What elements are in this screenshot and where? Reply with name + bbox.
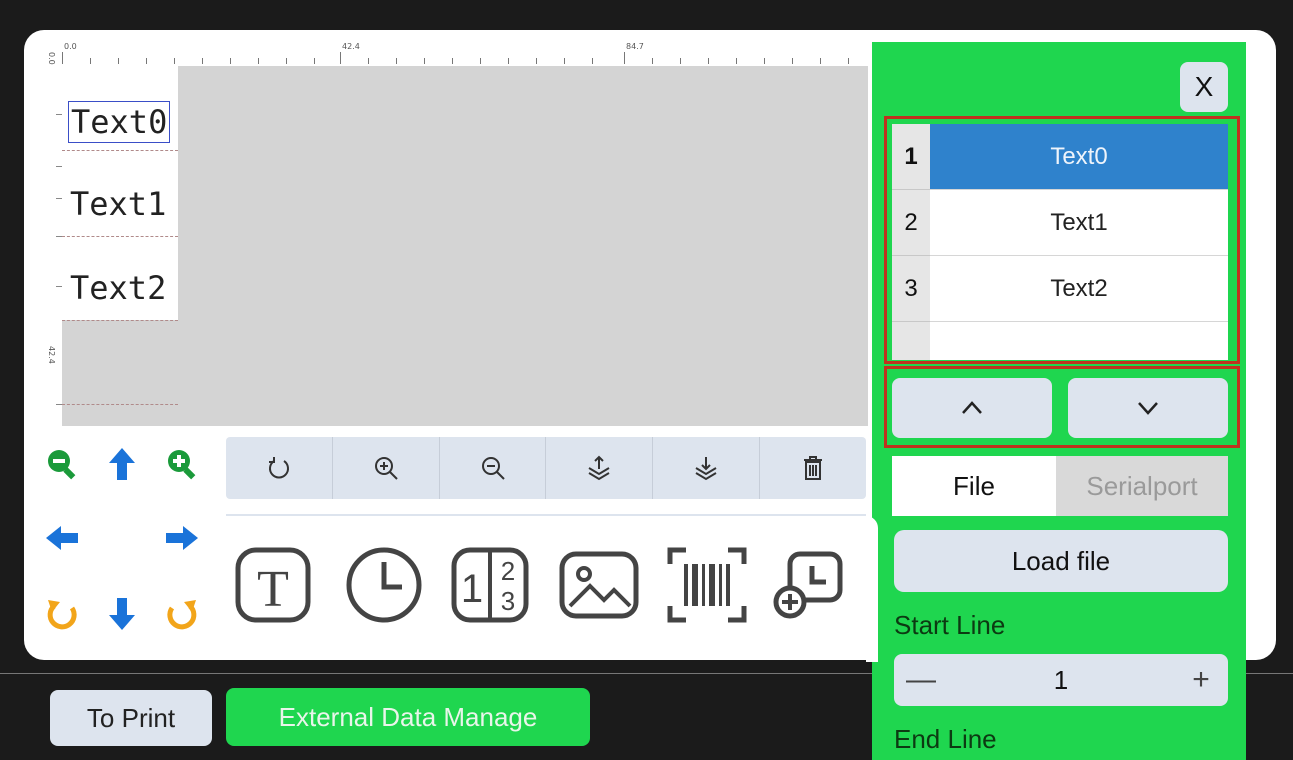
ruler-tick bbox=[146, 58, 147, 64]
canvas-text-item[interactable]: Text1 bbox=[68, 184, 168, 226]
ruler-tick bbox=[452, 58, 453, 64]
end-line-label: End Line bbox=[894, 724, 997, 754]
ruler-tick bbox=[314, 58, 315, 64]
ruler-tick bbox=[508, 58, 509, 64]
arrow-right-icon[interactable] bbox=[164, 520, 200, 556]
toolbar-divider bbox=[226, 514, 866, 516]
layer-down-icon[interactable] bbox=[653, 437, 761, 499]
canvas-guide bbox=[62, 236, 178, 237]
rotate-ccw-icon[interactable] bbox=[44, 596, 80, 632]
ruler-label: 0.0 bbox=[47, 52, 56, 65]
ruler-tick bbox=[230, 58, 231, 64]
ruler-tick bbox=[118, 58, 119, 64]
ruler-tick bbox=[848, 58, 849, 64]
start-line-stepper: — 1 + bbox=[894, 654, 1228, 706]
arrow-down-icon[interactable] bbox=[104, 596, 140, 632]
print-canvas[interactable] bbox=[62, 66, 868, 426]
screen: 0.0 42.4 84.7 0.0 42.4 Text0 Text1 Text2… bbox=[0, 0, 1293, 760]
to-print-button[interactable]: To Print bbox=[50, 690, 212, 746]
reset-icon[interactable] bbox=[226, 437, 333, 499]
ruler-tick bbox=[396, 58, 397, 64]
external-data-manage-button[interactable]: External Data Manage bbox=[226, 688, 590, 746]
start-line-label: Start Line bbox=[894, 610, 1006, 640]
ruler-tick bbox=[708, 58, 709, 64]
svg-text:2: 2 bbox=[501, 556, 515, 586]
rotate-cw-icon[interactable] bbox=[164, 596, 200, 632]
ruler-label: 84.7 bbox=[626, 42, 644, 51]
ruler-tick bbox=[792, 58, 793, 64]
text-tool-icon[interactable]: T bbox=[232, 542, 318, 628]
ruler-tick bbox=[286, 58, 287, 64]
decrement-button[interactable]: — bbox=[898, 654, 944, 706]
counter-icon[interactable]: 123 bbox=[448, 542, 534, 628]
ruler-tick bbox=[202, 58, 203, 64]
ruler-tick bbox=[736, 58, 737, 64]
svg-text:1: 1 bbox=[461, 567, 483, 611]
panel-notch bbox=[866, 516, 878, 662]
ruler-tick bbox=[592, 58, 593, 64]
start-line-value[interactable]: 1 bbox=[944, 654, 1178, 706]
ruler-tick bbox=[480, 58, 481, 64]
ruler-tick bbox=[680, 58, 681, 64]
zoom-out-icon[interactable] bbox=[44, 446, 80, 482]
ruler-tick bbox=[424, 58, 425, 64]
ruler-label: 42.4 bbox=[47, 346, 56, 364]
ruler-tick bbox=[536, 58, 537, 64]
svg-text:3: 3 bbox=[501, 586, 515, 616]
move-highlight-frame bbox=[884, 366, 1240, 448]
ruler-tick bbox=[564, 58, 565, 64]
load-file-button[interactable]: Load file bbox=[894, 530, 1228, 592]
ruler-tick bbox=[174, 58, 175, 64]
arrow-left-icon[interactable] bbox=[44, 520, 80, 556]
canvas-text-item[interactable]: Text2 bbox=[68, 268, 168, 310]
zoom-in-icon[interactable] bbox=[164, 446, 200, 482]
increment-button[interactable]: + bbox=[1178, 654, 1224, 706]
ruler-tick bbox=[340, 52, 341, 64]
canvas-guide bbox=[62, 404, 178, 405]
ruler-tick bbox=[820, 58, 821, 64]
tab-file[interactable]: File bbox=[892, 456, 1056, 516]
barcode-icon[interactable] bbox=[664, 542, 750, 628]
ruler-tick bbox=[652, 58, 653, 64]
ruler-tick bbox=[90, 58, 91, 64]
delete-icon[interactable] bbox=[760, 437, 866, 499]
arrow-up-icon[interactable] bbox=[104, 446, 140, 482]
canvas-guide bbox=[62, 320, 178, 321]
image-icon[interactable] bbox=[556, 542, 642, 628]
zoom-out-icon[interactable] bbox=[440, 437, 547, 499]
canvas-guide bbox=[62, 150, 178, 151]
zoom-in-icon[interactable] bbox=[333, 437, 440, 499]
close-button[interactable]: X bbox=[1180, 62, 1228, 112]
ruler-left: 0.0 42.4 bbox=[44, 52, 64, 416]
canvas-text-item[interactable]: Text0 bbox=[68, 101, 171, 143]
ruler-tick bbox=[258, 58, 259, 64]
ruler-tick bbox=[62, 52, 63, 64]
tab-serialport[interactable]: Serialport bbox=[1056, 456, 1228, 516]
list-highlight-frame bbox=[884, 116, 1240, 364]
edit-toolbar bbox=[226, 437, 866, 499]
svg-text:T: T bbox=[257, 561, 289, 618]
ruler-label: 42.4 bbox=[342, 42, 360, 51]
shift-code-icon[interactable] bbox=[766, 542, 852, 628]
ruler-top: 0.0 42.4 84.7 bbox=[44, 40, 868, 66]
layer-up-icon[interactable] bbox=[546, 437, 654, 499]
ruler-label: 0.0 bbox=[64, 42, 77, 51]
ruler-tick bbox=[764, 58, 765, 64]
clock-icon[interactable] bbox=[342, 542, 428, 628]
ruler-tick bbox=[624, 52, 625, 64]
ruler-tick bbox=[368, 58, 369, 64]
